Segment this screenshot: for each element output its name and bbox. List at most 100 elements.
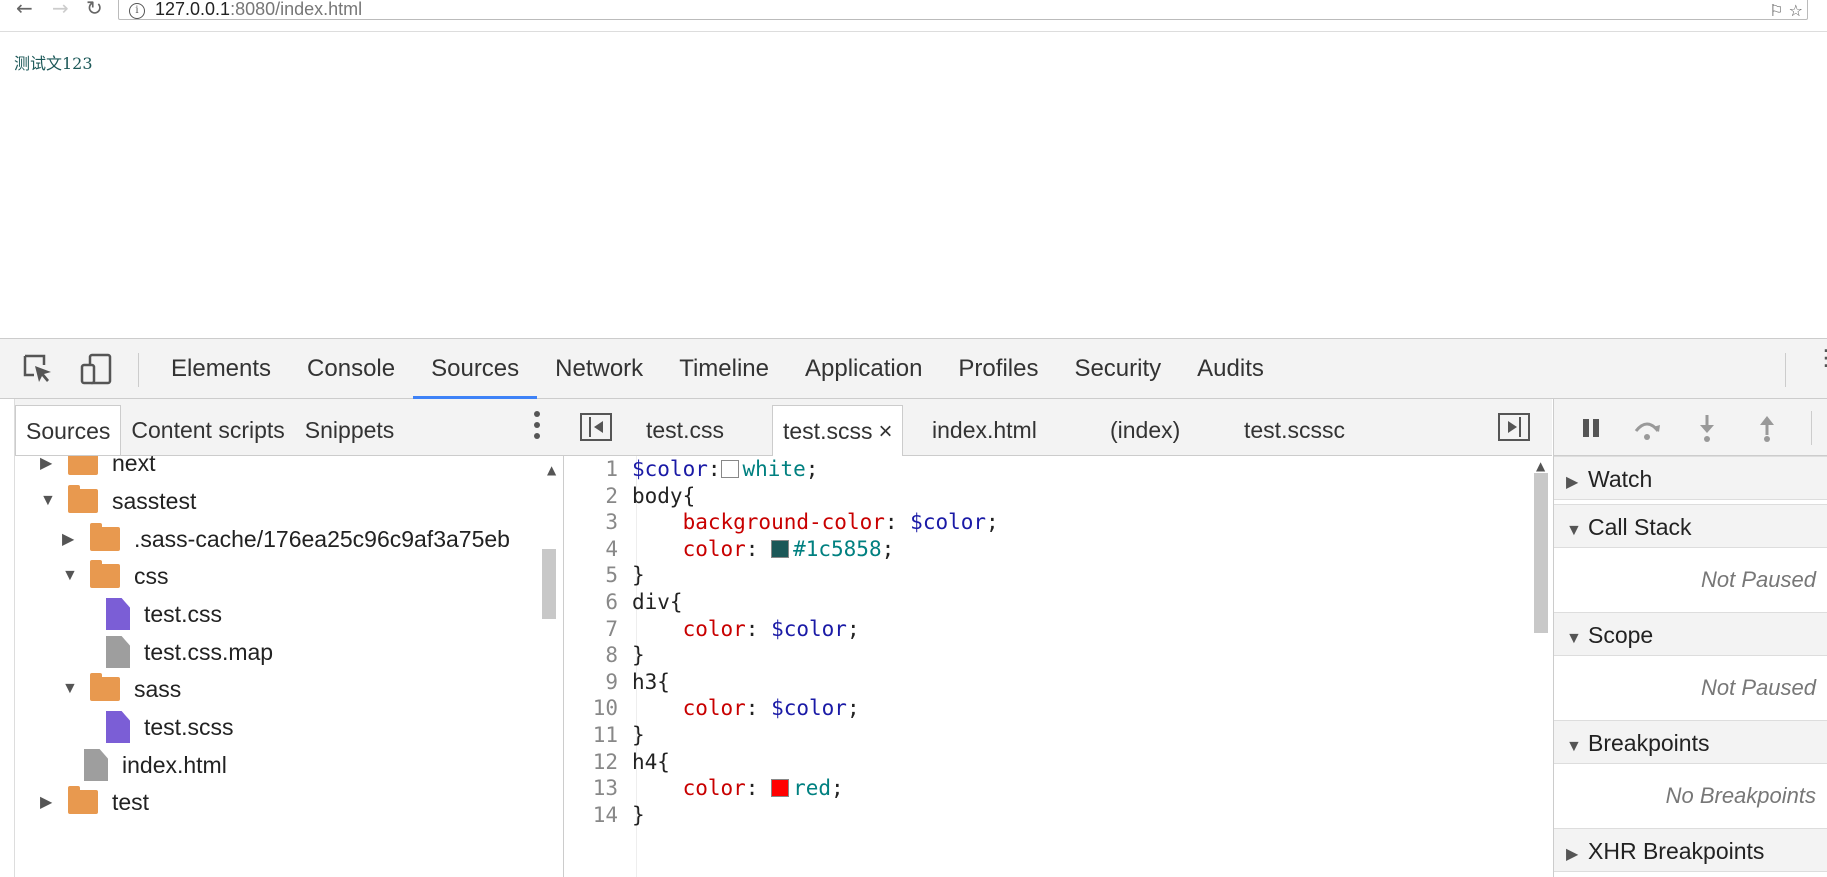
code-text: }	[624, 560, 645, 590]
tree-folder[interactable]: ▼ sasstest	[40, 481, 196, 521]
editor-tab-test-css[interactable]: test.css	[646, 405, 724, 456]
color-swatch[interactable]	[771, 539, 790, 558]
step-over-icon[interactable]	[1632, 413, 1662, 443]
info-icon[interactable]: i	[129, 3, 145, 19]
code-text: background-color: $color;	[624, 507, 999, 537]
navigator-pane: Sources Content scripts Snippets ▶ next ▼ s…	[14, 399, 564, 877]
reload-icon[interactable]: ↻	[86, 0, 103, 18]
code-token: :	[745, 696, 772, 721]
line-number[interactable]: 7	[564, 614, 624, 644]
collapsed-triangle-icon[interactable]: ▶	[40, 456, 60, 473]
nav-tab-sources[interactable]: Sources	[15, 405, 122, 455]
expanded-triangle-icon[interactable]: ▼	[62, 567, 82, 585]
line-number[interactable]: 3	[564, 507, 624, 537]
back-arrow-icon[interactable]: ←	[16, 0, 33, 18]
tree-file[interactable]: test.css	[106, 594, 222, 634]
code-text: div{	[624, 587, 683, 617]
code-line: 13 color: red;	[564, 773, 844, 803]
line-number[interactable]: 4	[564, 534, 624, 564]
line-number[interactable]: 11	[564, 720, 624, 750]
section-header[interactable]: ▼ Breakpoints	[1554, 720, 1827, 764]
forward-arrow-icon[interactable]: →	[52, 0, 69, 18]
expanded-triangle-icon[interactable]: ▼	[62, 680, 82, 698]
code-token: :	[884, 510, 911, 535]
tab-audits[interactable]: Audits	[1179, 339, 1282, 399]
code-line: 4 color: #1c5858;	[564, 534, 894, 564]
color-swatch[interactable]	[771, 779, 790, 798]
section-header[interactable]: ▶ XHR Breakpoints	[1554, 828, 1827, 872]
tab-application[interactable]: Application	[787, 339, 940, 399]
step-out-icon[interactable]	[1752, 413, 1782, 443]
code-token: red	[793, 776, 832, 801]
tab-network[interactable]: Network	[537, 339, 661, 399]
expanded-triangle-icon[interactable]: ▼	[40, 492, 60, 510]
tab-timeline[interactable]: Timeline	[661, 339, 787, 399]
line-number[interactable]: 14	[564, 800, 624, 830]
close-tab-icon[interactable]: ×	[878, 418, 892, 445]
tab-console[interactable]: Console	[289, 339, 413, 399]
scroll-up-arrow-icon[interactable]: ▲	[547, 463, 556, 477]
url-text[interactable]: 127.0.0.1:8080/index.html	[155, 0, 362, 20]
editor-tab-index-html[interactable]: index.html	[932, 405, 1037, 456]
line-number[interactable]: 9	[564, 667, 624, 697]
code-editor[interactable]: 1 $color: white; 2 body{3 background-color: …	[564, 456, 1552, 877]
section-header[interactable]: ▼ Call Stack	[1554, 504, 1827, 548]
tree-file[interactable]: index.html	[84, 745, 227, 785]
tab-security[interactable]: Security	[1056, 339, 1179, 399]
tree-scrollbar[interactable]	[542, 549, 556, 619]
tree-folder[interactable]: ▶ .sass-cache/176ea25c96c9af3a75eb	[62, 519, 510, 559]
tab-sources[interactable]: Sources	[413, 339, 538, 399]
collapsed-triangle-icon[interactable]: ▶	[1566, 833, 1588, 877]
tree-folder[interactable]: ▼ sass	[62, 669, 181, 709]
tree-folder[interactable]: ▶ test	[40, 782, 149, 822]
step-into-icon[interactable]	[1692, 413, 1722, 443]
section-header[interactable]: ▼ Scope	[1554, 612, 1827, 656]
expanded-triangle-icon[interactable]: ▼	[1566, 617, 1588, 661]
line-number[interactable]: 8	[564, 640, 624, 670]
tree-file[interactable]: test.scss	[106, 707, 233, 747]
inspect-element-icon[interactable]	[22, 353, 54, 385]
toggle-debugger-icon[interactable]	[1498, 413, 1530, 441]
code-token: ;	[986, 510, 999, 535]
code-token: color	[682, 776, 746, 801]
editor-tab-test-scss[interactable]: test.scss ×	[772, 405, 904, 456]
tree-folder[interactable]: ▶ next	[40, 456, 155, 483]
line-number[interactable]: 10	[564, 693, 624, 723]
editor-tab-test-scssc[interactable]: test.scssc	[1244, 405, 1345, 456]
editor-scrollbar[interactable]	[1534, 473, 1548, 633]
line-number[interactable]: 12	[564, 747, 624, 777]
code-token: $color	[632, 457, 708, 481]
collapsed-triangle-icon[interactable]: ▶	[1566, 461, 1588, 505]
section-header[interactable]: ▶ Watch	[1554, 456, 1827, 500]
nav-tab-snippets[interactable]: Snippets	[295, 405, 405, 455]
toggle-navigator-icon[interactable]	[580, 413, 612, 441]
expanded-triangle-icon[interactable]: ▼	[1566, 509, 1588, 553]
editor-scroll-up-icon[interactable]: ▲	[1536, 459, 1545, 473]
device-toolbar-icon[interactable]	[80, 353, 114, 385]
pause-icon[interactable]	[1576, 413, 1606, 443]
tab-elements[interactable]: Elements	[153, 339, 289, 399]
collapsed-triangle-icon[interactable]: ▶	[40, 792, 60, 812]
tree-file[interactable]: test.css.map	[106, 632, 273, 672]
debugger-section: ▶ Watch	[1554, 456, 1827, 500]
debugger-toolbar-divider	[1811, 411, 1812, 445]
code-line: 7 color: $color;	[564, 614, 859, 644]
more-options-icon[interactable]: ⋮	[1815, 348, 1827, 370]
nav-tab-content-scripts[interactable]: Content scripts	[121, 405, 294, 455]
code-token: ;	[805, 457, 819, 481]
debugger-section: ▼ Call Stack Not Paused	[1554, 504, 1827, 612]
line-number[interactable]: 2	[564, 481, 624, 511]
tab-profiles[interactable]: Profiles	[940, 339, 1056, 399]
address-bar[interactable]: i 127.0.0.1:8080/index.html ⚐ ☆	[118, 0, 1808, 20]
tree-folder[interactable]: ▼ css	[62, 556, 169, 596]
line-number[interactable]: 5	[564, 560, 624, 590]
line-number[interactable]: 6	[564, 587, 624, 617]
expanded-triangle-icon[interactable]: ▼	[1566, 725, 1588, 769]
navigator-more-icon[interactable]	[534, 411, 540, 441]
editor-tab-index[interactable]: (index)	[1110, 405, 1180, 456]
color-swatch[interactable]	[720, 460, 739, 478]
collapsed-triangle-icon[interactable]: ▶	[62, 529, 82, 549]
line-number[interactable]: 13	[564, 773, 624, 803]
translate-bookmark-icons[interactable]: ⚐ ☆	[1769, 1, 1803, 20]
editor-tab-label: test.scss	[783, 418, 873, 444]
